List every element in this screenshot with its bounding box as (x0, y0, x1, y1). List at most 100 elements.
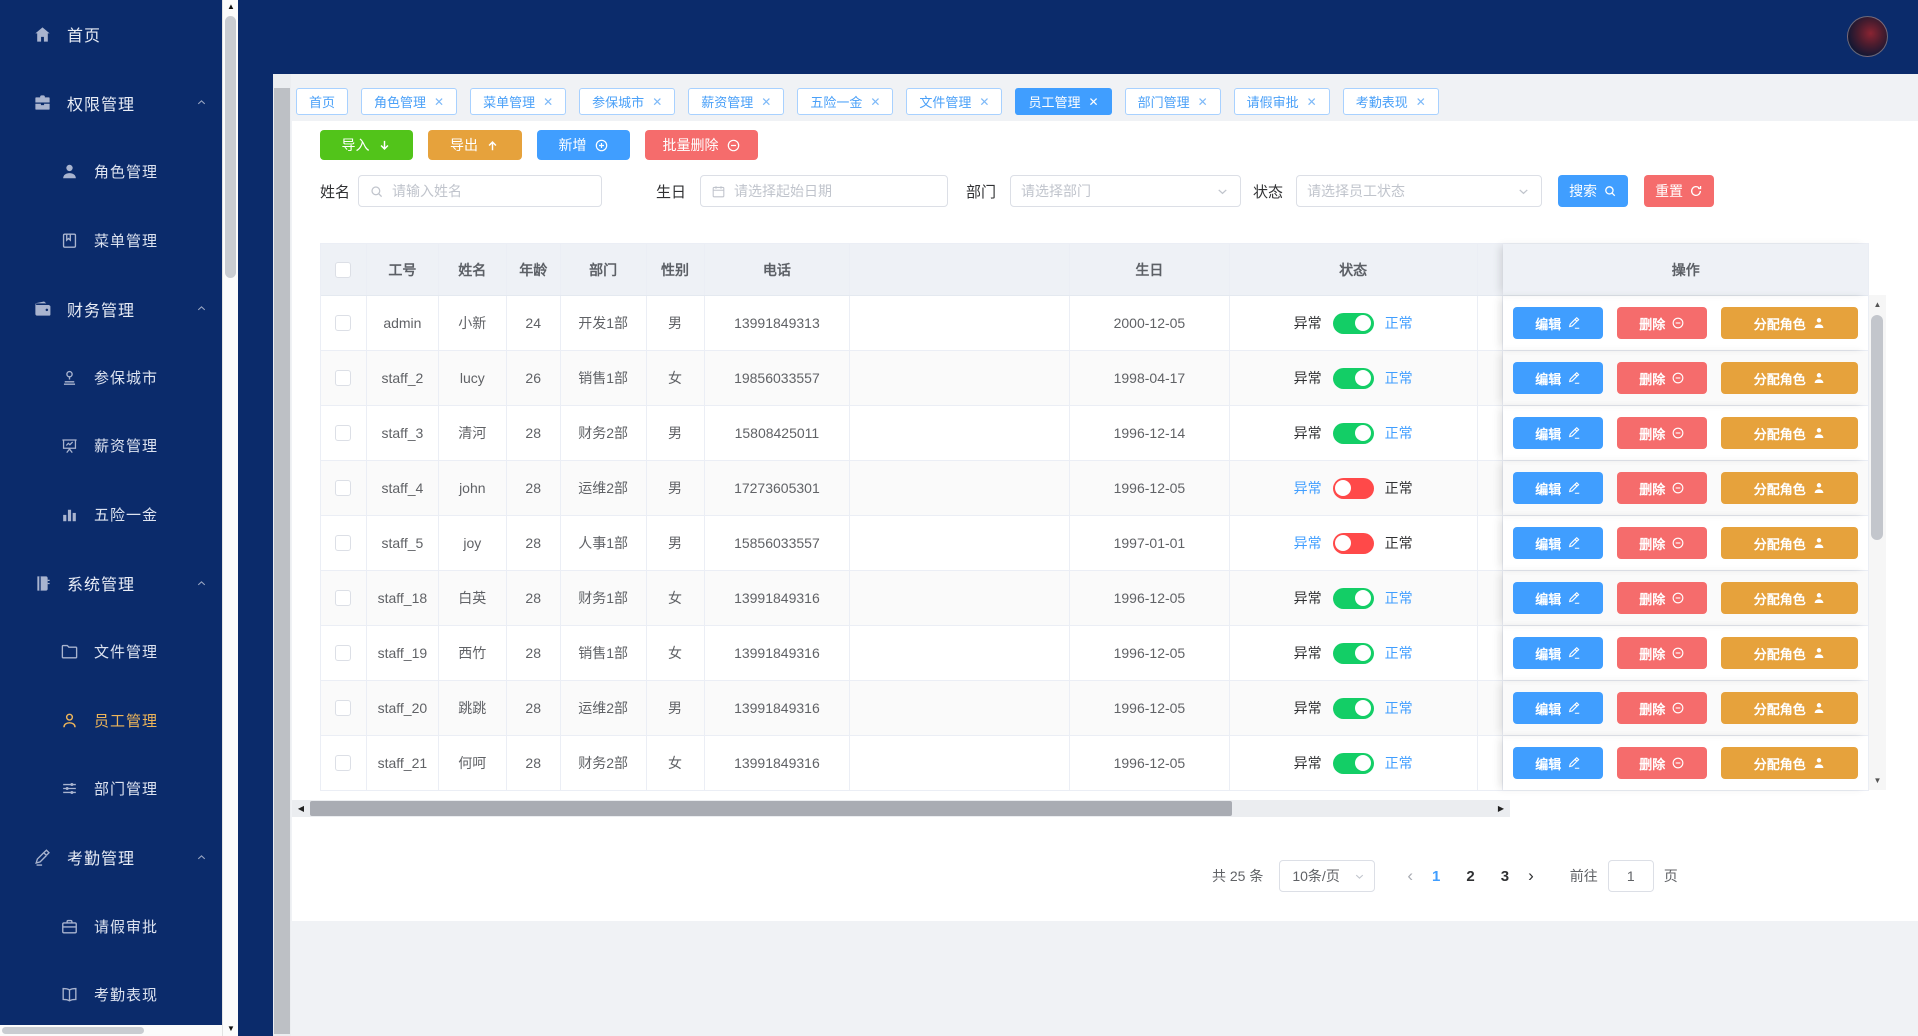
close-icon[interactable]: ✕ (434, 96, 444, 108)
department-select[interactable]: 请选择部门 (1010, 175, 1242, 207)
assign-role-button[interactable]: 分配角色 (1721, 637, 1859, 669)
sidebar-item-menus[interactable]: 菜单管理 (0, 206, 222, 275)
tab-home[interactable]: 首页 (296, 88, 349, 115)
sidebar-item-permissions[interactable]: 权限管理 (0, 69, 222, 138)
prev-page-button[interactable]: ‹ (1401, 866, 1419, 886)
status-toggle[interactable] (1332, 532, 1374, 554)
tab-employees[interactable]: 员工管理 ✕ (1015, 88, 1112, 115)
close-icon[interactable]: ✕ (870, 96, 880, 108)
delete-button[interactable]: 删除 (1617, 637, 1708, 669)
delete-button[interactable]: 删除 (1617, 692, 1708, 724)
goto-page-input[interactable] (1607, 860, 1654, 892)
edit-button[interactable]: 编辑 (1513, 417, 1604, 449)
tab-departments[interactable]: 部门管理 ✕ (1124, 88, 1221, 115)
sidebar-horizontal-scrollbar-thumb[interactable] (2, 1027, 144, 1034)
next-page-button[interactable]: › (1522, 866, 1540, 886)
scroll-down-arrow-icon[interactable]: ▼ (1869, 774, 1886, 788)
scroll-up-arrow-icon[interactable]: ▲ (1869, 298, 1886, 312)
sidebar-item-attendance[interactable]: 考勤管理 (0, 823, 222, 892)
close-icon[interactable]: ✕ (761, 96, 771, 108)
close-icon[interactable]: ✕ (1416, 96, 1426, 108)
status-select[interactable]: 请选择员工状态 (1296, 175, 1543, 207)
birthday-filter-input[interactable]: 请选择起始日期 (700, 175, 949, 207)
edit-button[interactable]: 编辑 (1513, 747, 1604, 779)
tab-menus[interactable]: 菜单管理 ✕ (470, 88, 567, 115)
scroll-right-arrow-icon[interactable]: ▶ (1492, 800, 1510, 817)
content-scrollbar-thumb[interactable] (274, 88, 290, 1034)
name-filter-input[interactable]: 请输入姓名 (358, 175, 603, 207)
tab-roles[interactable]: 角色管理 ✕ (361, 88, 458, 115)
close-icon[interactable]: ✕ (1307, 96, 1317, 108)
assign-role-button[interactable]: 分配角色 (1721, 362, 1859, 394)
sidebar-horizontal-scrollbar[interactable] (0, 1025, 222, 1036)
delete-button[interactable]: 删除 (1617, 472, 1708, 504)
delete-button[interactable]: 删除 (1617, 527, 1708, 559)
tab-attendance-performance[interactable]: 考勤表现 ✕ (1342, 88, 1439, 115)
header-checkbox[interactable] (335, 261, 352, 278)
reset-button[interactable]: 重置 (1644, 175, 1715, 207)
export-button[interactable]: 导出 (428, 130, 522, 160)
sidebar-item-home[interactable]: 首页 (0, 0, 222, 69)
sidebar-item-salary[interactable]: 薪资管理 (0, 412, 222, 481)
sidebar-scrollbar-thumb[interactable] (225, 16, 236, 278)
delete-button[interactable]: 删除 (1617, 417, 1708, 449)
close-icon[interactable]: ✕ (1089, 96, 1099, 108)
edit-button[interactable]: 编辑 (1513, 692, 1604, 724)
close-icon[interactable]: ✕ (652, 96, 662, 108)
edit-button[interactable]: 编辑 (1513, 472, 1604, 504)
status-toggle[interactable] (1332, 587, 1374, 609)
status-toggle[interactable] (1332, 367, 1374, 389)
page-number-button[interactable]: 2 (1453, 868, 1487, 885)
status-toggle[interactable] (1332, 477, 1374, 499)
assign-role-button[interactable]: 分配角色 (1721, 747, 1859, 779)
row-checkbox[interactable] (335, 370, 352, 386)
close-icon[interactable]: ✕ (979, 96, 989, 108)
sidebar-item-system[interactable]: 系统管理 (0, 549, 222, 618)
row-checkbox[interactable] (335, 535, 352, 551)
status-toggle[interactable] (1332, 752, 1374, 774)
row-checkbox[interactable] (335, 590, 352, 606)
tab-files[interactable]: 文件管理 ✕ (906, 88, 1003, 115)
sidebar-item-departments[interactable]: 部门管理 (0, 755, 222, 824)
edit-button[interactable]: 编辑 (1513, 582, 1604, 614)
close-icon[interactable]: ✕ (543, 96, 553, 108)
tab-insurance[interactable]: 五险一金 ✕ (797, 88, 894, 115)
delete-button[interactable]: 删除 (1617, 582, 1708, 614)
tab-salary[interactable]: 薪资管理 ✕ (688, 88, 785, 115)
scroll-down-arrow-icon[interactable]: ▼ (223, 1022, 239, 1036)
sidebar-item-insured-city[interactable]: 参保城市 (0, 343, 222, 412)
row-checkbox[interactable] (335, 425, 352, 441)
delete-button[interactable]: 删除 (1617, 747, 1708, 779)
assign-role-button[interactable]: 分配角色 (1721, 307, 1859, 339)
tab-insured-city[interactable]: 参保城市 ✕ (579, 88, 676, 115)
add-button[interactable]: 新增 (537, 130, 630, 160)
page-number-button[interactable]: 1 (1419, 868, 1453, 885)
scroll-left-arrow-icon[interactable]: ◀ (292, 800, 310, 817)
row-checkbox[interactable] (335, 700, 352, 716)
sidebar-item-attendance-performance[interactable]: 考勤表现 (0, 960, 222, 1029)
table-horizontal-scrollbar[interactable]: ◀ ▶ (292, 800, 1510, 817)
status-toggle[interactable] (1332, 312, 1374, 334)
assign-role-button[interactable]: 分配角色 (1721, 472, 1859, 504)
sidebar-item-files[interactable]: 文件管理 (0, 617, 222, 686)
page-size-select[interactable]: 10条/页 (1279, 860, 1376, 892)
import-button[interactable]: 导入 (320, 130, 413, 160)
sidebar-item-finance[interactable]: 财务管理 (0, 274, 222, 343)
row-checkbox[interactable] (335, 480, 352, 496)
delete-button[interactable]: 删除 (1617, 362, 1708, 394)
close-icon[interactable]: ✕ (1198, 96, 1208, 108)
row-checkbox[interactable] (335, 315, 352, 331)
table-vertical-scrollbar[interactable]: ▲ ▼ (1869, 243, 1886, 790)
assign-role-button[interactable]: 分配角色 (1721, 692, 1859, 724)
row-checkbox[interactable] (335, 755, 352, 771)
sidebar-scrollbar[interactable]: ▲ ▼ (222, 0, 238, 1036)
delete-button[interactable]: 删除 (1617, 307, 1708, 339)
sidebar-item-employees[interactable]: 员工管理 (0, 686, 222, 755)
edit-button[interactable]: 编辑 (1513, 307, 1604, 339)
edit-button[interactable]: 编辑 (1513, 362, 1604, 394)
page-number-button[interactable]: 3 (1488, 868, 1522, 885)
table-scrollbar-thumb[interactable] (1871, 315, 1883, 540)
status-toggle[interactable] (1332, 642, 1374, 664)
assign-role-button[interactable]: 分配角色 (1721, 527, 1859, 559)
row-checkbox[interactable] (335, 645, 352, 661)
